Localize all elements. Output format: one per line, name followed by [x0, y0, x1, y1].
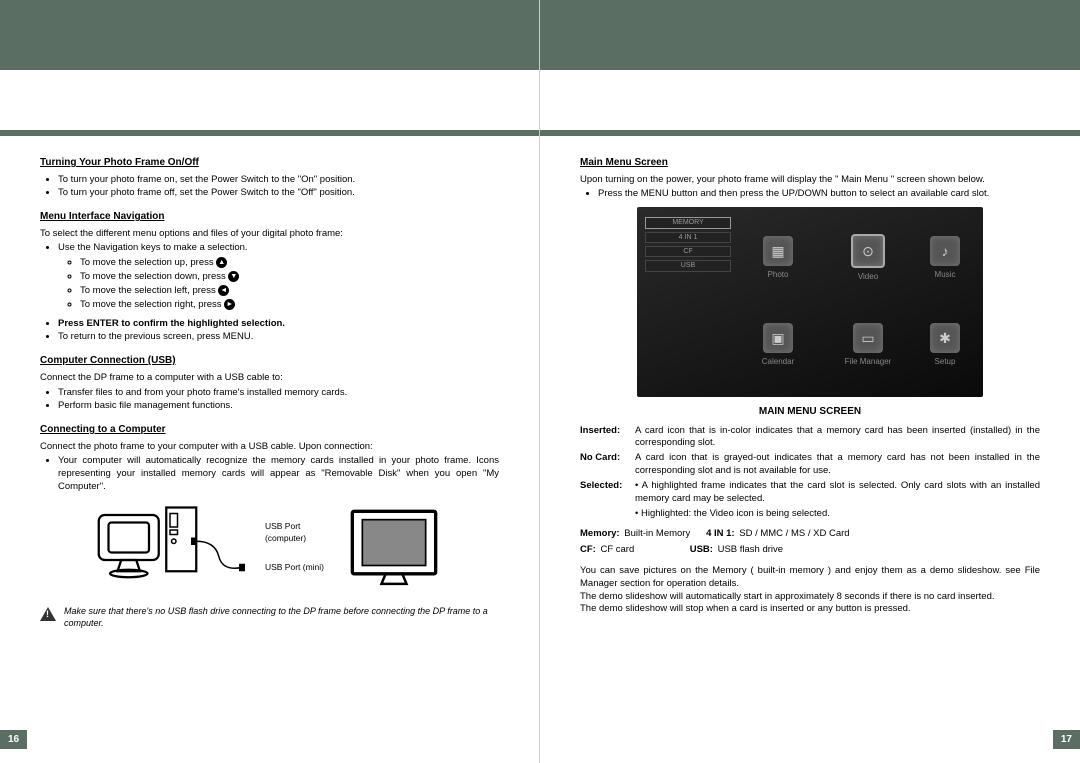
page-title-band: GETTING STARTED: [540, 70, 1080, 130]
slot-cf: CF: [645, 246, 731, 257]
down-icon: ▼: [228, 271, 239, 282]
port-labels: USB Port(computer) USB Port (mini): [265, 521, 324, 573]
left-icon: ◄: [218, 285, 229, 296]
list-item: To move the selection down, press ▼: [80, 271, 499, 284]
table-value: Highlighted: the Video icon is being sel…: [635, 508, 1040, 521]
main-menu-screenshot: ▦Photo ⊙Video ♪Music MEMORY 4 IN 1 CF US…: [637, 207, 983, 397]
body-text: To select the different menu options and…: [40, 228, 499, 241]
page-17: GETTING STARTED Main Menu Screen Upon tu…: [540, 0, 1080, 763]
label-usb-port-mini: USB Port (mini): [265, 562, 324, 573]
list-item: Transfer files to and from your photo fr…: [58, 387, 499, 400]
gear-icon: ✱: [930, 323, 960, 353]
menu-music: ♪Music: [915, 217, 975, 300]
connection-figure: USB Port(computer) USB Port (mini): [40, 500, 499, 595]
card-status-table: Inserted:A card icon that is in-color in…: [580, 425, 1040, 521]
menu-photo: ▦Photo: [735, 217, 821, 300]
table-value: A card icon that is in-color indicates t…: [635, 425, 1040, 451]
slot-4in1: 4 IN 1: [645, 232, 731, 243]
menu-calendar: ▣Calendar: [735, 304, 821, 387]
page-number: 16: [0, 730, 27, 749]
figure-caption: MAIN MENU SCREEN: [580, 405, 1040, 419]
slot-usb: USB: [645, 260, 731, 271]
list-item: To return to the previous screen, press …: [58, 331, 499, 344]
table-value: A card icon that is grayed-out indicates…: [635, 452, 1040, 478]
manual-spread: GETTING STARTED Turning Your Photo Frame…: [0, 0, 1080, 763]
section-heading: Computer Connection (USB): [40, 354, 499, 368]
body-text: Connect the photo frame to your computer…: [40, 441, 499, 454]
photo-icon: ▦: [763, 236, 793, 266]
folder-icon: ▭: [853, 323, 883, 353]
list-item: Perform basic file management functions.: [58, 400, 499, 413]
page-title: GETTING STARTED: [700, 87, 920, 113]
section-heading: Main Menu Screen: [580, 156, 1040, 170]
page-16: GETTING STARTED Turning Your Photo Frame…: [0, 0, 540, 763]
page-number: 17: [1053, 730, 1080, 749]
table-key: Inserted:: [580, 425, 635, 451]
list-item: To turn your photo frame on, set the Pow…: [58, 174, 499, 187]
calendar-icon: ▣: [763, 323, 793, 353]
list-item: To turn your photo frame off, set the Po…: [58, 187, 499, 200]
menu-video: ⊙Video: [825, 217, 911, 300]
label-usb-port-computer: USB Port(computer): [265, 521, 324, 544]
section-heading: Menu Interface Navigation: [40, 210, 499, 224]
list-item: Your computer will automatically recogni…: [58, 455, 499, 493]
memory-types: CF: CF card USB: USB flash drive: [580, 544, 1040, 557]
computer-illustration: [95, 500, 245, 595]
body-text: The demo slideshow will automatically st…: [580, 591, 1040, 604]
body-text: The demo slideshow will stop when a card…: [580, 603, 1040, 616]
warning-note: Make sure that there's no USB flash driv…: [40, 605, 499, 629]
body-text: You can save pictures on the Memory ( bu…: [580, 565, 1040, 591]
list-item: Press ENTER to confirm the highlighted s…: [58, 318, 499, 331]
up-icon: ▲: [216, 257, 227, 268]
table-key: No Card:: [580, 452, 635, 478]
section-heading: Turning Your Photo Frame On/Off: [40, 156, 499, 170]
page-title-band: GETTING STARTED: [0, 70, 539, 130]
list-item: Use the Navigation keys to make a select…: [58, 242, 499, 255]
video-icon: ⊙: [851, 234, 885, 268]
menu-setup: ✱Setup: [915, 304, 975, 387]
right-icon: ►: [224, 299, 235, 310]
list-item: To move the selection up, press ▲: [80, 257, 499, 270]
list-item: Press the MENU button and then press the…: [598, 188, 1040, 201]
header-block: GETTING STARTED: [540, 0, 1080, 136]
list-item: To move the selection right, press ►: [80, 299, 499, 312]
page-title: GETTING STARTED: [160, 87, 380, 113]
section-heading: Connecting to a Computer: [40, 423, 499, 437]
table-key: Selected:: [580, 480, 635, 506]
body-text: Connect the DP frame to a computer with …: [40, 372, 499, 385]
menu-file-manager: ▭File Manager: [825, 304, 911, 387]
slot-memory: MEMORY: [645, 217, 731, 228]
memory-types: Memory: Built-in Memory 4 IN 1: SD / MMC…: [580, 528, 1040, 541]
table-value: A highlighted frame indicates that the c…: [635, 480, 1040, 506]
photoframe-illustration: [344, 503, 444, 591]
list-item: To move the selection left, press ◄: [80, 285, 499, 298]
warning-icon: [40, 607, 56, 621]
music-icon: ♪: [930, 236, 960, 266]
header-block: GETTING STARTED: [0, 0, 539, 136]
body-text: Upon turning on the power, your photo fr…: [580, 174, 1040, 187]
note-text: Make sure that there's no USB flash driv…: [64, 605, 499, 629]
